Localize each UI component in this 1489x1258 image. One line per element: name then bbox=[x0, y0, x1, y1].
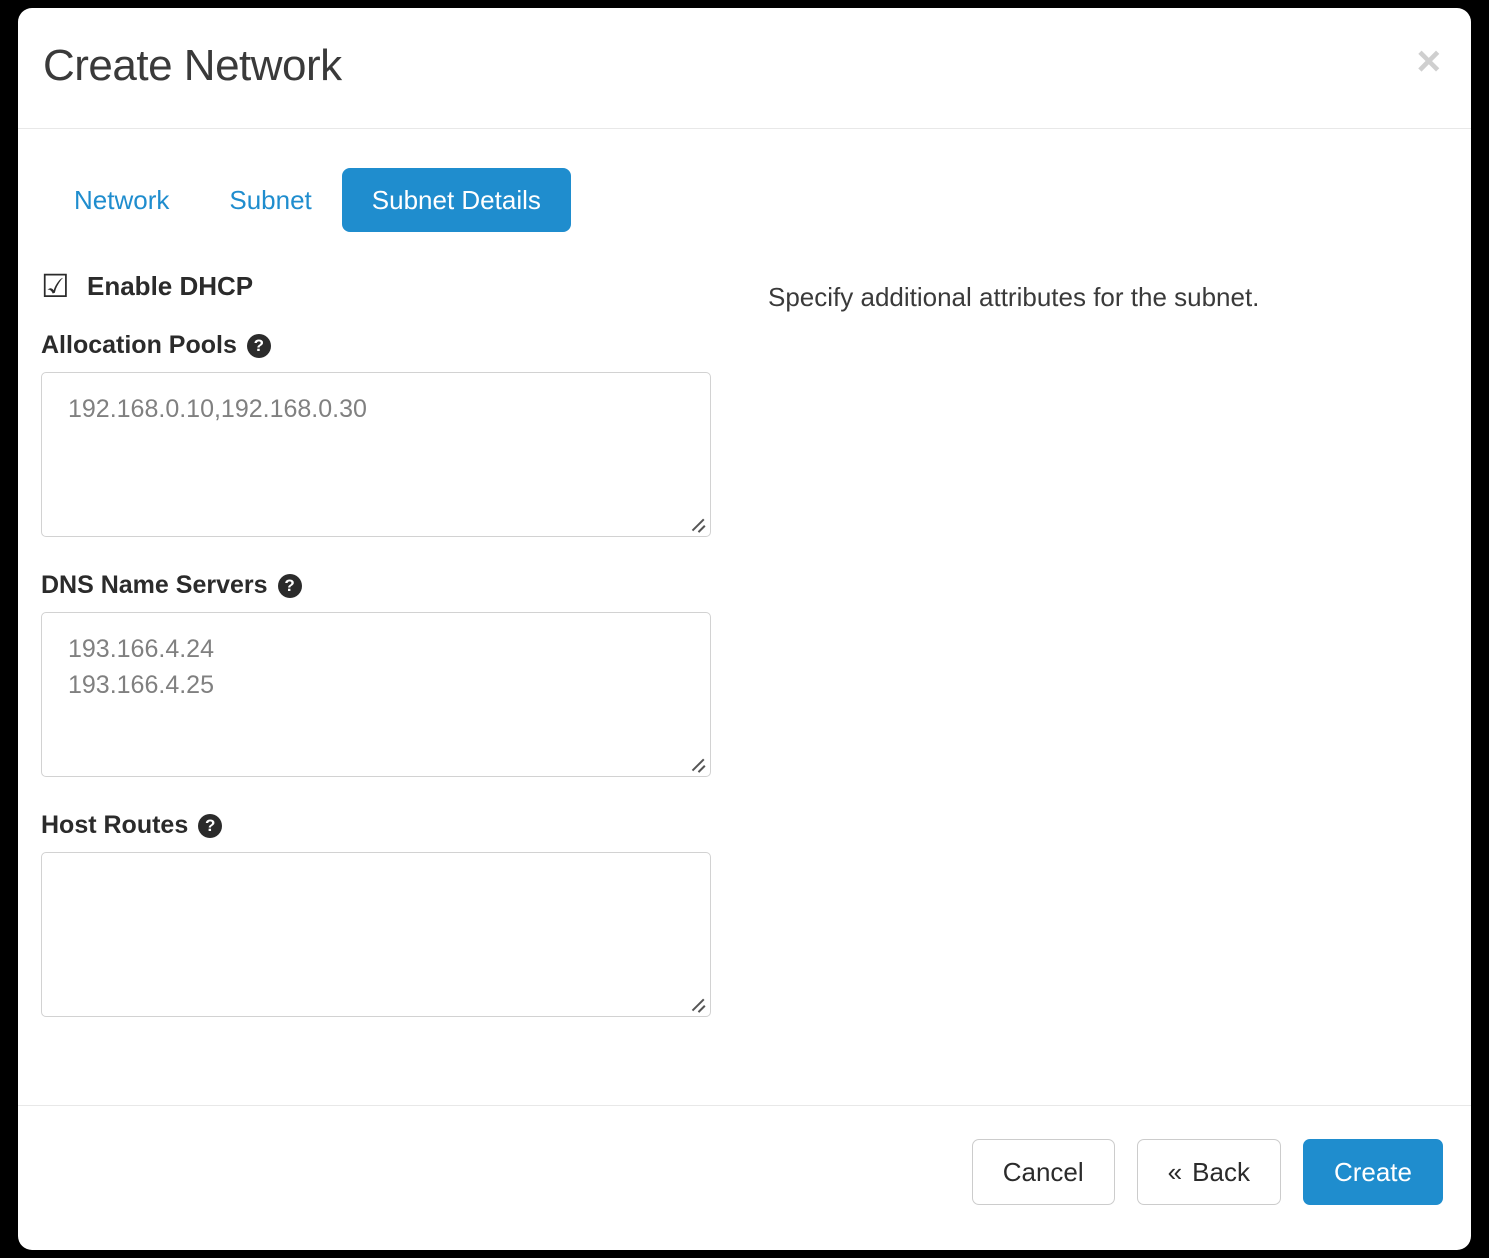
help-column: Specify additional attributes for the su… bbox=[768, 279, 1408, 317]
allocation-pools-label: Allocation Pools ? bbox=[41, 333, 731, 358]
tab-subnet-details[interactable]: Subnet Details bbox=[342, 168, 571, 232]
enable-dhcp-checkbox[interactable]: ☑ Enable DHCP bbox=[41, 269, 731, 303]
close-icon[interactable]: × bbox=[1416, 40, 1441, 82]
checkbox-checked-icon: ☑ bbox=[41, 270, 71, 302]
host-routes-label-text: Host Routes bbox=[41, 813, 188, 838]
dns-name-servers-label: DNS Name Servers ? bbox=[41, 573, 731, 598]
dialog-header: Create Network × bbox=[18, 8, 1471, 129]
allocation-pools-field: Allocation Pools ? bbox=[41, 333, 731, 537]
allocation-pools-input-wrap bbox=[41, 372, 711, 537]
host-routes-input-wrap bbox=[41, 852, 711, 1017]
wizard-tabs: Network Subnet Subnet Details bbox=[44, 168, 571, 232]
host-routes-input[interactable] bbox=[41, 852, 711, 1017]
enable-dhcp-label: Enable DHCP bbox=[87, 273, 253, 299]
dns-name-servers-input-wrap bbox=[41, 612, 711, 777]
allocation-pools-label-text: Allocation Pools bbox=[41, 333, 237, 358]
tab-subnet[interactable]: Subnet bbox=[199, 168, 341, 232]
dns-name-servers-field: DNS Name Servers ? bbox=[41, 573, 731, 777]
dns-name-servers-input[interactable] bbox=[41, 612, 711, 777]
help-icon[interactable]: ? bbox=[198, 814, 222, 838]
back-button[interactable]: « Back bbox=[1137, 1139, 1281, 1205]
chevron-left-double-icon: « bbox=[1168, 1157, 1182, 1187]
back-button-label: Back bbox=[1192, 1157, 1250, 1187]
dialog-footer: Cancel « Back Create bbox=[18, 1105, 1471, 1249]
help-icon[interactable]: ? bbox=[247, 334, 271, 358]
create-button[interactable]: Create bbox=[1303, 1139, 1443, 1205]
host-routes-label: Host Routes ? bbox=[41, 813, 731, 838]
form-column: ☑ Enable DHCP Allocation Pools ? DNS Nam… bbox=[41, 269, 731, 1053]
allocation-pools-input[interactable] bbox=[41, 372, 711, 537]
cancel-button[interactable]: Cancel bbox=[972, 1139, 1115, 1205]
footer-button-group: Cancel « Back Create bbox=[972, 1139, 1443, 1205]
host-routes-field: Host Routes ? bbox=[41, 813, 731, 1017]
dns-name-servers-label-text: DNS Name Servers bbox=[41, 573, 268, 598]
tab-network[interactable]: Network bbox=[44, 168, 199, 232]
help-description: Specify additional attributes for the su… bbox=[768, 279, 1408, 317]
create-network-dialog: Create Network × Network Subnet Subnet D… bbox=[18, 8, 1471, 1250]
help-icon[interactable]: ? bbox=[278, 574, 302, 598]
page-title: Create Network bbox=[43, 44, 342, 88]
dialog-body: Network Subnet Subnet Details ☑ Enable D… bbox=[18, 129, 1471, 1105]
